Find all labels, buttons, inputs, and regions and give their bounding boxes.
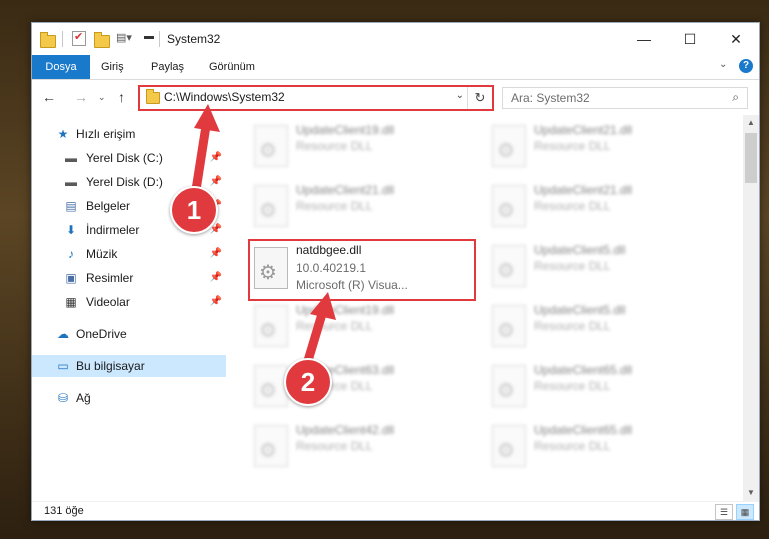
dll-file-icon [254,185,288,227]
documents-icon: ▤ [65,199,77,213]
window-title: System32 [167,32,221,46]
music-icon: ♪ [68,247,74,261]
minimize-button[interactable]: — [621,23,667,55]
list-item[interactable]: UpdateClient5.dll Resource DLL [486,299,706,351]
list-item[interactable]: UpdateClient5.dll Resource DLL [486,239,706,291]
dll-file-icon [254,365,288,407]
customize-quick-access-icon[interactable]: ▤▾ [116,31,132,47]
divider [62,31,63,47]
sidebar-item-quick-access[interactable]: ★ Hızlı erişim [32,123,226,145]
highlighted-file[interactable]: natdbgee.dll 10.0.40219.1 Microsoft (R) … [248,239,476,301]
file-explorer-window: ✔ ▤▾ ▬ System32 — ☐ ✕ Dosya Giriş Paylaş… [31,22,760,521]
dll-file-icon [492,185,526,227]
list-item[interactable]: UpdateClient21.dll Resource DLL [486,179,706,231]
list-item[interactable]: UpdateClient21.dll Resource DLL [248,179,468,231]
title-bar: ✔ ▤▾ ▬ System32 — ☐ ✕ [32,23,759,55]
vertical-scrollbar[interactable]: ▲ ▼ [743,115,759,501]
item-count: 131 öğe [44,505,84,517]
dll-file-icon [254,125,288,167]
scroll-up-arrow-icon[interactable]: ▲ [743,115,759,131]
dll-file-icon [492,305,526,347]
dll-file-icon [492,125,526,167]
sidebar-item-videos[interactable]: ▦ Videolar 📌 [32,291,226,313]
back-button[interactable]: ← [42,89,56,105]
refresh-button[interactable]: ↻ [467,87,492,109]
navigation-bar: ← → ⌄ ↑ C:\Windows\System32 ⌄ ↻ Ara: Sys… [32,80,759,114]
divider [159,31,160,47]
list-item[interactable]: UpdateClient21.dll Resource DLL [486,119,706,171]
dll-file-icon [254,425,288,467]
tab-giris[interactable]: Giriş [92,55,133,79]
list-item[interactable]: UpdateClient19.dll Resource DLL [248,119,468,171]
star-icon: ★ [57,127,69,141]
file-company: Microsoft (R) Visua... [296,278,408,292]
navigation-pane: ★ Hızlı erişim ▬ Yerel Disk (C:) 📌 ▬ Yer… [32,115,226,501]
download-icon: ⬇ [65,223,77,237]
video-icon: ▦ [65,295,77,309]
dll-file-icon [492,245,526,287]
close-button[interactable]: ✕ [713,23,759,55]
address-bar[interactable]: C:\Windows\System32 ⌄ ↻ [138,85,494,111]
dll-file-icon [492,425,526,467]
recent-locations-icon[interactable]: ⌄ [98,92,106,103]
folder-icon [40,31,56,48]
network-icon: ⛁ [57,391,69,405]
tab-gorunum[interactable]: Görünüm [200,55,264,79]
ribbon-tabs: Dosya Giriş Paylaş Görünüm ⌄ ? [32,55,759,80]
list-item[interactable]: UpdateClient65.dll Resource DLL [486,419,706,471]
properties-icon[interactable]: ✔ [72,31,86,46]
pictures-icon: ▣ [65,271,77,285]
tab-dosya[interactable]: Dosya [32,55,90,79]
status-bar: 131 öğe ☰ ▦ [32,501,759,520]
quick-access-dropdown-icon[interactable]: ▬ [144,31,160,47]
computer-icon: ▭ [57,359,69,373]
pin-icon[interactable]: 📌 [210,147,222,169]
dll-file-icon [254,305,288,347]
sidebar-item-pictures[interactable]: ▣ Resimler 📌 [32,267,226,289]
step-1-badge: 1 [170,186,218,234]
sidebar-item-this-pc[interactable]: ▭ Bu bilgisayar [32,355,226,377]
pin-icon[interactable]: 📌 [210,171,222,193]
step-2-badge: 2 [284,358,332,406]
pin-icon[interactable]: 📌 [210,291,222,313]
list-item[interactable]: UpdateClient63.dll Resource DLL [248,359,468,411]
list-item[interactable]: UpdateClient42.dll Resource DLL [248,419,468,471]
sidebar-item-network[interactable]: ⛁ Ağ [32,387,226,409]
tiles-view-icon[interactable]: ▦ [736,504,754,520]
sidebar-item-onedrive[interactable]: ☁ OneDrive [32,323,226,345]
chevron-down-icon[interactable]: ⌄ [456,90,464,101]
file-list: UpdateClient19.dll Resource DLL UpdateCl… [228,115,742,501]
address-path[interactable]: C:\Windows\System32 [164,90,285,104]
list-item[interactable]: UpdateClient65.dll Resource DLL [486,359,706,411]
forward-button[interactable]: → [74,89,88,105]
sidebar-item-music[interactable]: ♪ Müzik 📌 [32,243,226,265]
details-view-icon[interactable]: ☰ [715,504,733,520]
dll-file-icon [492,365,526,407]
file-version: 10.0.40219.1 [296,261,367,275]
search-icon: ⌕ [732,90,739,104]
up-button[interactable]: ↑ [118,89,125,105]
new-folder-icon[interactable] [94,31,110,48]
dll-file-icon [254,247,288,289]
pin-icon[interactable]: 📌 [210,267,222,289]
list-item[interactable]: UpdateClient19.dll Resource DLL [248,299,468,351]
drive-icon: ▬ [65,151,77,165]
maximize-button[interactable]: ☐ [667,23,713,55]
sidebar-item-local-disk-c[interactable]: ▬ Yerel Disk (C:) 📌 [32,147,226,169]
scroll-thumb[interactable] [745,133,757,183]
help-button[interactable]: ? [739,59,753,73]
tab-paylas[interactable]: Paylaş [142,55,193,79]
drive-icon: ▬ [65,175,77,189]
expand-ribbon-icon[interactable]: ⌄ [719,59,727,70]
search-box[interactable]: Ara: System32 ⌕ [502,87,748,109]
cloud-icon: ☁ [57,327,69,341]
search-input[interactable]: Ara: System32 [511,91,590,105]
scroll-down-arrow-icon[interactable]: ▼ [743,485,759,501]
file-name: natdbgee.dll [296,243,362,257]
pin-icon[interactable]: 📌 [210,243,222,265]
